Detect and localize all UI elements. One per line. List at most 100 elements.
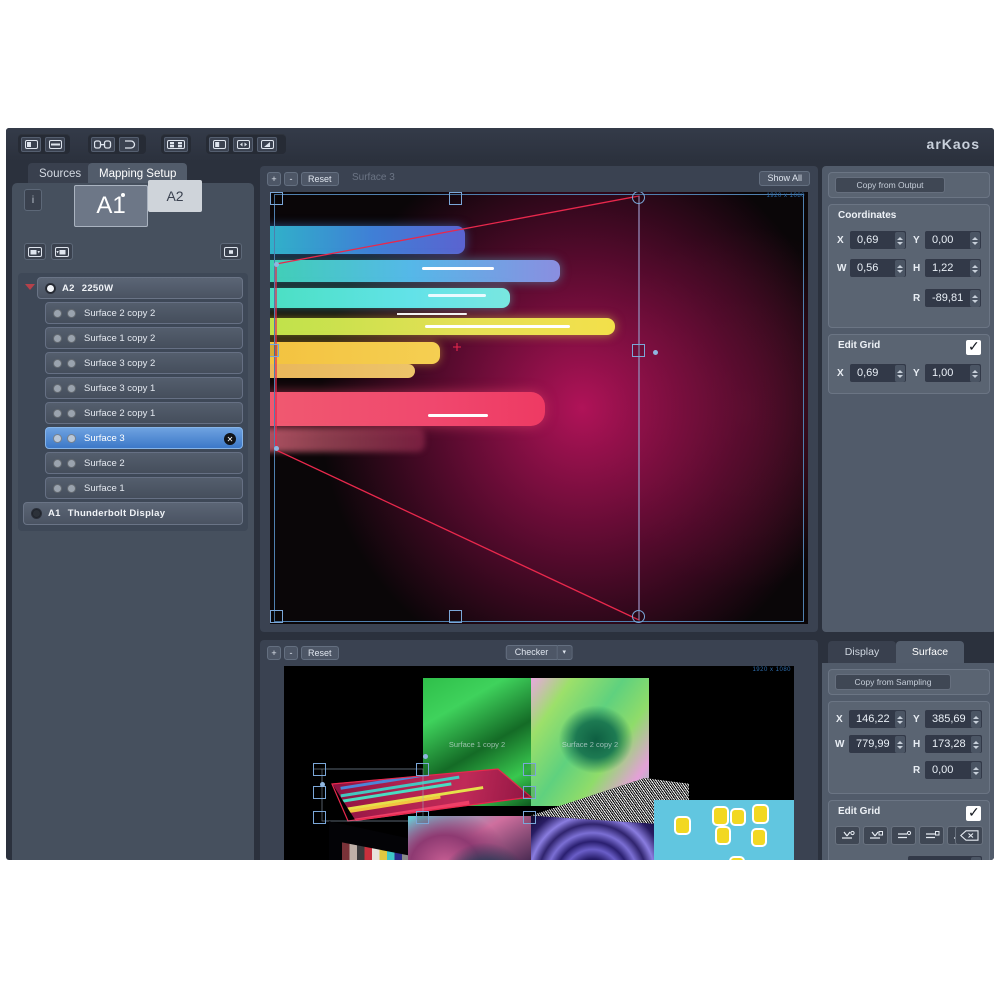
lock-led-icon[interactable] [67,384,76,393]
grid-x-field[interactable] [849,363,907,383]
reset-button[interactable]: Reset [301,172,339,186]
zoom-out-button[interactable]: - [284,646,298,660]
close-icon[interactable]: ✕ [224,433,236,445]
export-icon[interactable] [220,243,242,260]
list-item[interactable]: Surface 1 copy 2 [45,327,243,349]
lock-led-icon[interactable] [67,434,76,443]
vertex-dot-icon[interactable] [274,446,279,451]
face-surface-3-copy-2[interactable]: Surface 3 copy 2 [531,816,654,860]
corner-handle-tl[interactable] [270,192,283,205]
list-item[interactable]: Surface 2 copy 1 [45,402,243,424]
y-stepper[interactable] [970,232,980,249]
sampling-r-field[interactable] [924,760,983,780]
checker-button[interactable]: Checker [506,645,558,660]
visibility-led-icon[interactable] [53,359,62,368]
lock-led-icon[interactable] [67,459,76,468]
interpolation-stepper[interactable] [971,857,981,860]
h-field[interactable] [924,258,982,278]
lock-led-icon[interactable] [67,334,76,343]
remove-row-icon[interactable] [891,826,916,845]
visibility-led-icon[interactable] [53,459,62,468]
r-field[interactable] [924,288,982,308]
grid-x-stepper[interactable] [895,365,905,382]
clear-grid-icon[interactable] [955,826,983,845]
w-stepper[interactable] [895,260,905,277]
sampling-h-field[interactable] [924,734,983,754]
output-stage[interactable]: 1920 x 1080 [270,192,808,624]
duplicate-surface-icon[interactable] [51,243,73,260]
edge-handle-left[interactable] [270,344,279,357]
preview-vertex-dot-icon[interactable] [320,782,325,787]
screen-a1[interactable]: A1 [74,185,148,227]
face-left-dark[interactable] [329,821,408,860]
grid-y-field[interactable] [924,363,982,383]
show-all-button[interactable]: Show All [759,171,810,186]
sampling-x-field[interactable] [848,709,907,729]
collapse-triangle-icon[interactable] [25,284,35,290]
screen-a2[interactable]: A2 [148,180,202,212]
display-row-a1[interactable]: A1 Thunderbolt Display [23,502,243,525]
copy-from-sampling-button[interactable]: Copy from Sampling [835,674,951,690]
edge-handle-bottom[interactable] [449,610,462,623]
zoom-out-button[interactable]: - [284,172,298,186]
vertex-dot-icon[interactable] [274,262,279,267]
preview-handle-mr[interactable] [523,786,536,799]
edge-handle-right[interactable] [632,344,645,357]
group-row-a2[interactable]: A2 2250W [23,277,243,299]
list-item-selected[interactable]: Surface 3 ✕ [45,427,243,449]
sampling-x-stepper[interactable] [895,711,905,728]
link-icon[interactable] [91,137,115,152]
visibility-led-icon[interactable] [53,484,62,493]
layout-split-icon[interactable] [45,137,65,152]
remove-col-icon[interactable] [919,826,944,845]
y-field[interactable] [924,230,982,250]
layout-left-icon[interactable] [21,137,41,152]
visibility-led-icon[interactable] [53,384,62,393]
lock-led-icon[interactable] [67,359,76,368]
zoom-in-button[interactable]: + [267,646,281,660]
sampling-w-stepper[interactable] [895,736,905,753]
visibility-led-icon[interactable] [53,409,62,418]
visibility-led-icon[interactable] [53,434,62,443]
preview-handle-bl[interactable] [313,811,326,824]
preview-stage[interactable]: 1920 x 1080 Surface 1 copy 2 Surface 2 c… [284,666,794,860]
align-left-icon[interactable] [209,137,229,152]
w-field[interactable] [849,258,907,278]
x-field[interactable] [849,230,907,250]
rotation-dot-icon[interactable] [653,350,658,355]
preview-handle-bm[interactable] [416,811,429,824]
list-item[interactable]: Surface 3 copy 2 [45,352,243,374]
preview-handle-tm[interactable] [416,763,429,776]
list-item[interactable]: Surface 2 [45,452,243,474]
surface-edit-grid-checkbox[interactable] [966,806,981,821]
copy-from-output-button[interactable]: Copy from Output [835,177,945,193]
info-button[interactable]: i [24,189,42,211]
preview-vertex-dot-icon[interactable] [423,754,428,759]
edit-grid-checkbox[interactable] [966,340,981,355]
corner-handle-br[interactable] [632,610,645,623]
preview-handle-ml[interactable] [313,786,326,799]
lock-led-icon[interactable] [67,409,76,418]
face-surface-3-selected[interactable] [332,769,531,821]
tab-sources[interactable]: Sources [28,163,92,185]
r-stepper[interactable] [970,290,980,307]
reset-button[interactable]: Reset [301,646,339,660]
face-surface-3-copy-1[interactable]: Surface 3 copy 1 [654,800,794,860]
list-item[interactable]: Surface 3 copy 1 [45,377,243,399]
grid-y-stepper[interactable] [970,365,980,382]
sampling-y-stepper[interactable] [971,711,981,728]
zoom-in-button[interactable]: + [267,172,281,186]
loop-icon[interactable] [119,137,139,152]
preview-handle-tr[interactable] [523,763,536,776]
list-item[interactable]: Surface 1 [45,477,243,499]
add-row-top-icon[interactable] [835,826,860,845]
grid-icon[interactable] [164,137,188,152]
lock-led-icon[interactable] [67,309,76,318]
edge-handle-top[interactable] [449,192,462,205]
sampling-y-field[interactable] [924,709,983,729]
visibility-led-icon[interactable] [53,334,62,343]
sampling-h-stepper[interactable] [971,736,981,753]
corner-handle-bl[interactable] [270,610,283,623]
align-center-icon[interactable] [233,137,253,152]
list-item[interactable]: Surface 2 copy 2 [45,302,243,324]
